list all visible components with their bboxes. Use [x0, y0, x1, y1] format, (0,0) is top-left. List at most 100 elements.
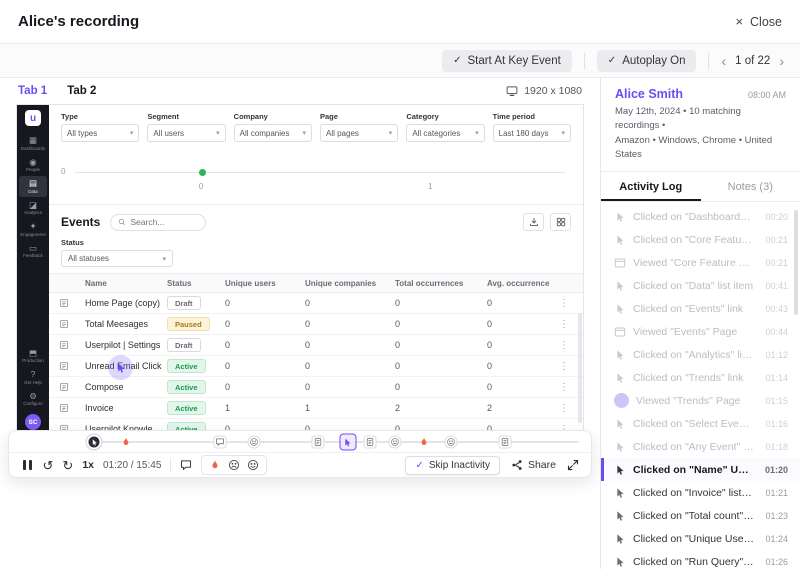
timeline-marker-smiley[interactable] — [247, 435, 261, 449]
activity-text: Clicked on "Core Feature Engagem... — [633, 233, 754, 246]
check-icon: ✓ — [415, 459, 424, 471]
timeline-marker-smiley[interactable] — [388, 435, 401, 449]
activity-log-item[interactable]: Clicked on "Analytics" list item 01:12 — [601, 343, 800, 366]
frustration-button[interactable] — [209, 459, 221, 471]
search-input[interactable] — [130, 217, 199, 227]
forward-10-button[interactable]: ↻ — [62, 459, 73, 472]
activity-timestamp: 01:24 — [765, 533, 788, 544]
frown-reaction-button[interactable] — [228, 459, 240, 471]
sidebar-item-configure[interactable]: ⚙ Configure — [19, 389, 47, 410]
chevron-left-icon[interactable]: ‹ — [721, 54, 726, 68]
kebab-menu-icon[interactable]: ⋮ — [555, 361, 573, 372]
timeline-marker-playhead[interactable] — [86, 434, 102, 450]
filter-label: Time period — [492, 112, 536, 121]
timeline-marker-current[interactable] — [339, 433, 357, 451]
smile-reaction-button[interactable] — [247, 459, 259, 471]
activity-log-item[interactable]: Viewed "Core Feature Engagment" 00:21 — [601, 251, 800, 274]
filter-select[interactable]: All types ▾ — [61, 124, 140, 142]
close-button[interactable]: × Close — [735, 14, 782, 29]
comment-button[interactable] — [180, 459, 192, 471]
column-header[interactable]: Name — [85, 279, 165, 288]
user-name-link[interactable]: Alice Smith — [615, 87, 683, 101]
skip-inactivity-toggle[interactable]: ✓ Skip Inactivity — [405, 455, 500, 475]
kebab-menu-icon[interactable]: ⋮ — [555, 382, 573, 393]
activity-text: Clicked on "Name" Unread Email C... — [633, 463, 754, 476]
rewind-10-button[interactable]: ↺ — [43, 459, 54, 472]
sidebar-item-people[interactable]: ◉ People — [19, 155, 47, 176]
share-button[interactable]: Share — [511, 459, 556, 471]
columns-button[interactable] — [550, 213, 571, 231]
activity-log-item[interactable]: Clicked on "Select Event" dropdown 01:16 — [601, 412, 800, 435]
column-header[interactable]: Unique companies — [305, 279, 393, 288]
chevron-right-icon[interactable]: › — [779, 54, 784, 68]
timeline-marker-comment[interactable] — [213, 435, 227, 449]
timeline-marker-note[interactable] — [311, 435, 325, 449]
timeline-marker-flame[interactable] — [418, 436, 431, 449]
timeline-marker-flame[interactable] — [120, 436, 133, 449]
activity-log-item[interactable]: Clicked on "Core Feature Engagem... 00:2… — [601, 228, 800, 251]
activity-text: Clicked on "Events" link — [633, 302, 744, 315]
activity-log-item[interactable]: Clicked on "Unique Users" list item 01:2… — [601, 527, 800, 550]
activity-log-item[interactable]: Clicked on "Dashboards" list item 00:20 — [601, 205, 800, 228]
table-scrollbar[interactable] — [578, 313, 582, 423]
fullscreen-button[interactable] — [567, 459, 579, 471]
activity-log-item[interactable]: Clicked on "Data" list item 00:41 — [601, 274, 800, 297]
kebab-menu-icon[interactable]: ⋮ — [555, 298, 573, 309]
activity-log-scrollbar[interactable] — [794, 210, 798, 315]
timeline-scrubber[interactable] — [9, 431, 591, 452]
filter-select[interactable]: All companies ▾ — [233, 124, 312, 142]
activity-log-item[interactable]: Viewed "Events" Page 00:44 — [601, 320, 800, 343]
tab-2[interactable]: Tab 2 — [67, 85, 96, 97]
tab-notes[interactable]: Notes (3) — [701, 172, 800, 201]
table-row[interactable]: Total Meesages Paused 0 0 0 0 ⋮ — [49, 314, 583, 335]
table-row[interactable]: Compose Active 0 0 0 0 ⋮ — [49, 377, 583, 398]
activity-log-item[interactable]: Viewed "Trends" Page 01:15 — [601, 389, 800, 412]
column-header[interactable]: Status — [167, 279, 223, 288]
column-header[interactable]: Unique users — [225, 279, 303, 288]
activity-log-item[interactable]: Clicked on "Run Query" button 01:26 — [601, 550, 800, 569]
table-row[interactable]: Unread Email Click Active 0 0 0 0 ⋮ — [49, 356, 583, 377]
sidebar-item-data[interactable]: ▤ Data — [19, 176, 47, 197]
activity-log-item[interactable]: Clicked on "Events" link 00:43 — [601, 297, 800, 320]
divider — [583, 52, 585, 69]
filter-select[interactable]: All pages ▾ — [319, 124, 399, 142]
sidebar-item-production[interactable]: ⬒ Production — [19, 346, 47, 367]
status-filter-select[interactable]: All statuses ▾ — [61, 250, 173, 267]
timeline-marker-note[interactable] — [363, 435, 377, 449]
sidebar-item-engagement[interactable]: ✦ Engagement — [19, 219, 47, 240]
activity-log-item[interactable]: Clicked on "Name" Unread Email C... 01:2… — [601, 458, 800, 481]
sidebar-item-dashboards[interactable]: ▦ Dashboards — [19, 133, 47, 154]
tab-activity-log[interactable]: Activity Log — [601, 172, 701, 201]
analytics-icon: ◪ — [28, 199, 38, 210]
download-button[interactable] — [523, 213, 544, 231]
filter-select[interactable]: Last 180 days ▾ — [492, 124, 571, 142]
scrubber-track[interactable] — [86, 433, 579, 451]
activity-log-item[interactable]: Clicked on "Total count" dropdown 01:23 — [601, 504, 800, 527]
table-row[interactable]: Userpilot | Settings Draft 0 0 0 0 ⋮ — [49, 335, 583, 356]
playback-speed-button[interactable]: 1x — [82, 459, 94, 471]
sidebar-item-get-help[interactable]: ? Get Help — [19, 367, 47, 388]
table-row[interactable]: Invoice Active 1 1 2 2 ⋮ — [49, 398, 583, 419]
table-row[interactable]: Home Page (copy) Draft 0 0 0 0 ⋮ — [49, 293, 583, 314]
activity-log-item[interactable]: Clicked on "Invoice" list item 01:21 — [601, 481, 800, 504]
pause-button[interactable] — [21, 458, 34, 472]
events-search[interactable] — [110, 213, 207, 231]
kebab-menu-icon[interactable]: ⋮ — [555, 319, 573, 330]
filter-select[interactable]: All categories ▾ — [406, 124, 485, 142]
chart-data-point[interactable] — [198, 169, 206, 176]
kebab-menu-icon[interactable]: ⋮ — [555, 403, 573, 414]
timeline-marker-note[interactable] — [498, 435, 512, 449]
start-at-key-event-button[interactable]: ✓ Start At Key Event — [442, 49, 572, 72]
filter-select[interactable]: All users ▾ — [147, 124, 226, 142]
kebab-menu-icon[interactable]: ⋮ — [555, 340, 573, 351]
column-header[interactable]: Total occurrences — [395, 279, 485, 288]
sidebar-item-analytics[interactable]: ◪ Analytics — [19, 198, 47, 219]
tab-1[interactable]: Tab 1 — [18, 85, 47, 97]
column-header[interactable]: Avg. occurrence — [487, 279, 553, 288]
autoplay-toggle-button[interactable]: ✓ Autoplay On — [596, 49, 697, 72]
sidebar-item-feedback[interactable]: ▭ Feedback — [19, 241, 47, 262]
activity-log-item[interactable]: Clicked on "Trends" link 01:14 — [601, 366, 800, 389]
timeline-marker-smiley[interactable] — [444, 435, 458, 449]
activity-log-item[interactable]: Clicked on "Any Event" list item 01:18 — [601, 435, 800, 458]
avatar[interactable]: SC — [25, 414, 41, 430]
